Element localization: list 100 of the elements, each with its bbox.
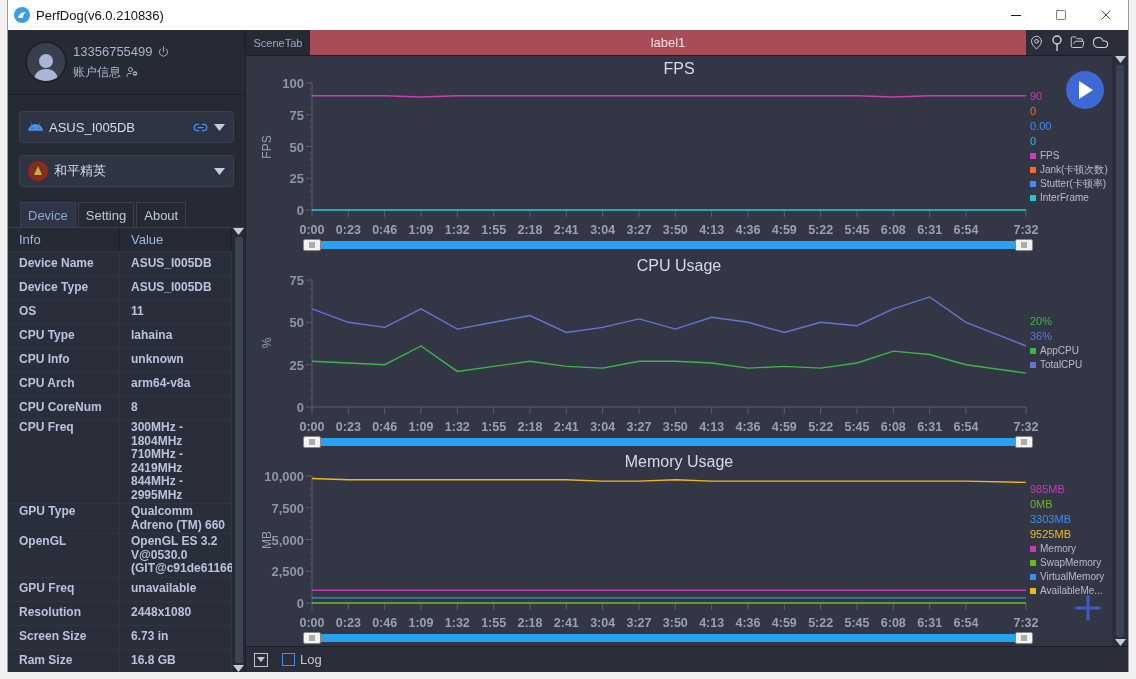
device-dropdown[interactable]: ASUS_I005DB (19, 111, 234, 143)
axis-tick-label: 2:18 (517, 419, 543, 434)
axis-title: FPS (260, 134, 274, 159)
log-checkbox[interactable] (282, 653, 295, 666)
axis-tick-label: 4:59 (771, 419, 797, 434)
table-cell: CPU CoreNum (8, 396, 120, 419)
axis-tick-label: 3:04 (590, 616, 616, 631)
tab[interactable]: Setting (77, 202, 135, 227)
account-info-link[interactable]: 账户信息 (73, 63, 121, 81)
caret-icon (214, 123, 225, 131)
axis-tick-label: 5:22 (808, 419, 834, 434)
scroll-up-icon (233, 228, 244, 235)
window-title: PerfDog(v6.0.210836) (36, 7, 165, 23)
table-cell: CPU Freq (8, 420, 120, 503)
axis-tick-label: 0:46 (372, 616, 398, 631)
legend-value: 0MB (1030, 496, 1053, 512)
table-cell: CPU Arch (8, 372, 120, 395)
slider-handle[interactable] (1015, 239, 1033, 251)
tab[interactable]: About (136, 202, 187, 227)
range-slider[interactable] (321, 634, 1015, 643)
legend-value: 20% (1030, 314, 1053, 330)
axis-tick-label: 0 (296, 399, 304, 415)
axis-tick-label: 1:09 (408, 419, 434, 434)
axis-tick-label: 6:08 (880, 223, 906, 237)
slider-handle[interactable] (1015, 632, 1033, 645)
minimize-icon (1010, 14, 1021, 16)
axis-tick-label: 50 (289, 315, 304, 330)
axis-tick-label: 25 (289, 171, 304, 187)
axis-tick-label: 4:13 (699, 616, 725, 631)
axis-tick-label: 3:27 (626, 419, 652, 434)
axis-tick-label: 5:45 (844, 419, 870, 434)
chart-title: CPU Usage (635, 257, 723, 274)
table-cell: Device Name (8, 252, 120, 275)
scene-tab[interactable]: SceneTab (246, 30, 310, 55)
caret-icon (214, 167, 225, 175)
axis-tick-label: 2:41 (553, 419, 579, 434)
app-dropdown[interactable]: 和平精英 (19, 155, 234, 187)
axis-title: % (260, 337, 274, 349)
legend-value: 985MB (1030, 481, 1065, 497)
legend-value: 9525MB (1030, 526, 1071, 542)
axis-tick-label: 5:22 (808, 223, 834, 237)
axis-tick-label: 5:45 (844, 223, 870, 237)
axis-tick-label: 25 (289, 357, 304, 373)
table-cell: Device Type (8, 276, 120, 299)
table-cell: GPU Freq (8, 577, 120, 601)
chart-title: FPS (662, 61, 696, 77)
game-icon (28, 161, 48, 181)
axis-tick-label: 0:46 (372, 223, 398, 237)
axis-tick-label: 3:50 (662, 419, 688, 434)
legend-value: 36% (1030, 329, 1053, 345)
slider-handle[interactable] (303, 239, 321, 251)
scene-label: label1 (310, 30, 1026, 55)
axis-tick-label: 0 (296, 203, 304, 218)
account-phone: 13356755499 (73, 43, 153, 59)
axis-tick-label: 6:31 (917, 419, 943, 434)
axis-tick-label: 1:09 (408, 223, 434, 237)
axis-tick-label: 7:32 (1013, 616, 1039, 631)
axis-tick-label: 5,000 (271, 532, 304, 548)
range-slider[interactable] (321, 241, 1015, 249)
axis-tick-label: 2:41 (553, 616, 579, 631)
power-icon[interactable] (157, 45, 169, 57)
axis-tick-label: 0:23 (335, 419, 361, 434)
scrollbar[interactable] (232, 228, 245, 672)
axis-tick-label: 50 (289, 139, 304, 155)
tab[interactable]: Device (20, 202, 76, 227)
scrollbar[interactable] (1112, 56, 1128, 646)
axis-tick-label: 4:36 (735, 616, 761, 631)
play-button[interactable] (1066, 71, 1104, 109)
legend-label: InterFrame (1040, 190, 1089, 205)
axis-tick-label: 3:27 (626, 616, 652, 631)
legend-label: Stutter(卡顿率) (1040, 176, 1107, 191)
slider-handle[interactable] (303, 435, 321, 448)
axis-tick-label: 5:22 (808, 616, 834, 631)
range-slider[interactable] (321, 437, 1015, 446)
legend-label: VirtualMemory (1040, 569, 1105, 584)
axis-tick-label: 6:31 (917, 223, 943, 237)
axis-tick-label: 7:32 (1013, 419, 1039, 434)
axis-tick-label: 4:36 (735, 223, 761, 237)
legend-label: TotalCPU (1040, 358, 1083, 373)
legend-value: 0.00 (1030, 118, 1052, 134)
table-cell: Screen Size (8, 625, 120, 649)
slider-handle[interactable] (1015, 435, 1033, 448)
axis-tick-label: 0 (296, 596, 304, 612)
folder-icon[interactable] (1069, 35, 1085, 50)
cloud-icon[interactable] (1091, 34, 1109, 51)
axis-tick-label: 6:54 (953, 616, 979, 631)
pin-icon[interactable] (1051, 34, 1064, 51)
location-pin-icon[interactable] (1029, 35, 1045, 50)
scroll-down-icon (233, 665, 244, 672)
axis-tick-label: 1:32 (444, 223, 470, 237)
axis-tick-label: 100 (282, 76, 304, 91)
legend-label: SwapMemory (1040, 555, 1102, 570)
axis-tick-label: 10,000 (264, 469, 304, 485)
expand-button[interactable] (254, 652, 268, 667)
axis-tick-label: 0:00 (299, 616, 325, 631)
axis-tick-label: 2:18 (517, 616, 543, 631)
axis-tick-label: 75 (289, 107, 304, 123)
axis-tick-label: 1:09 (408, 616, 434, 631)
axis-tick-label: 1:55 (481, 616, 507, 631)
slider-handle[interactable] (303, 632, 321, 645)
